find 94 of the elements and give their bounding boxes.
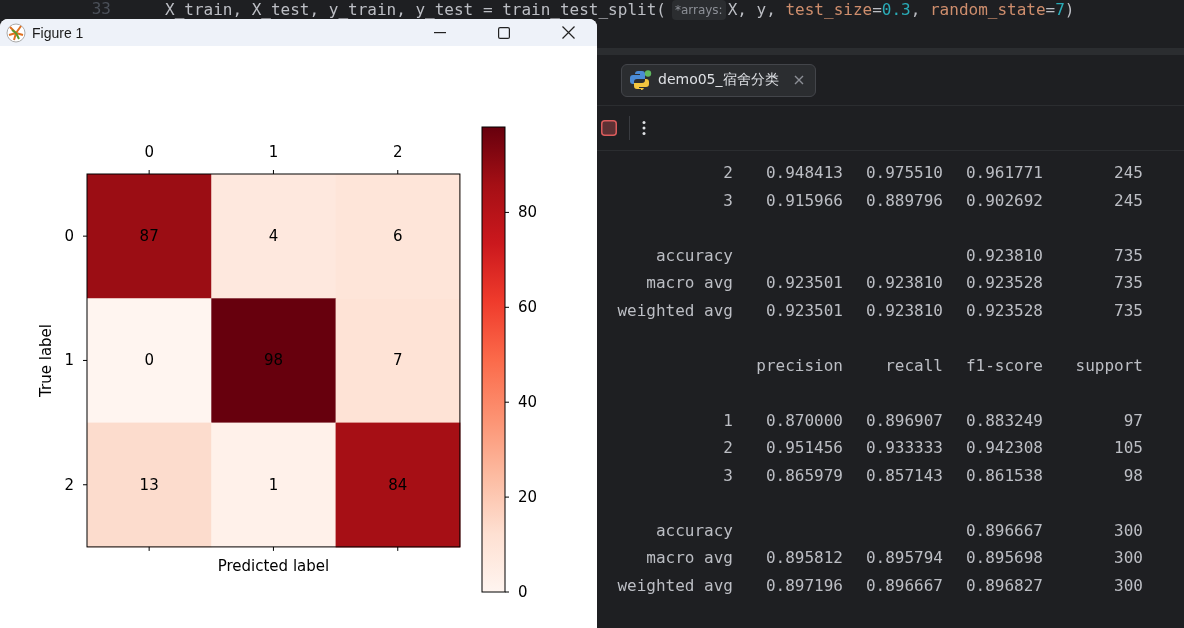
output-value: 0.889796 xyxy=(865,190,943,210)
output-value: 0.895794 xyxy=(865,548,943,568)
output-value: 0.951456 xyxy=(765,438,843,458)
cell-value: 4 xyxy=(268,227,279,246)
output-value: 245 xyxy=(1114,190,1143,210)
tick-label: 0 xyxy=(518,583,528,601)
output-value: 0.975510 xyxy=(865,163,943,183)
cell-value: 84 xyxy=(388,475,408,494)
output-value: 97 xyxy=(1123,410,1143,430)
output-value: 98 xyxy=(1123,465,1143,485)
output-value: precision xyxy=(756,355,843,375)
output-value: 0.865979 xyxy=(765,465,843,485)
tick-label: 80 xyxy=(518,203,538,222)
output-value: recall xyxy=(885,355,943,375)
output-value: 0.895698 xyxy=(965,548,1043,568)
output-value: 0.915966 xyxy=(765,190,843,210)
code-text: X, y, test_size=0.3, random_state=7) xyxy=(727,1,1075,19)
output-value: 0.942308 xyxy=(965,438,1043,458)
axis-label: Predicted label xyxy=(217,556,330,575)
tick-mark xyxy=(504,591,510,593)
output-value: 300 xyxy=(1114,548,1143,568)
maximize-icon xyxy=(498,26,510,39)
more-icon[interactable] xyxy=(642,120,646,136)
output-value: 0.896667 xyxy=(965,520,1043,540)
run-tab[interactable]: demo05_宿舍分类 xyxy=(621,63,816,97)
row-label: weighted avg xyxy=(617,575,733,595)
output-value: 0.896667 xyxy=(865,575,943,595)
output-value: f1-score xyxy=(965,355,1043,375)
output-value: 0.895812 xyxy=(765,548,843,568)
axis-label: True label xyxy=(37,324,55,397)
close-icon xyxy=(561,26,575,39)
output-value: support xyxy=(1075,355,1143,375)
output-value: 0.896827 xyxy=(965,575,1043,595)
cell-value: 0 xyxy=(144,351,154,370)
row-label: accuracy xyxy=(655,245,733,265)
output-value: 0.857143 xyxy=(865,465,943,485)
tick-label: 20 xyxy=(518,488,538,507)
window-title: Figure 1 xyxy=(32,24,84,41)
tick-mark xyxy=(504,211,510,213)
row-label: 2 xyxy=(723,438,733,458)
parameter-hint: *arrays: xyxy=(671,0,726,20)
output-value: 245 xyxy=(1114,163,1143,183)
tick-label: 40 xyxy=(518,393,538,412)
tick-label: 0 xyxy=(64,227,74,246)
row-label: accuracy xyxy=(655,520,733,540)
output-value: 735 xyxy=(1114,273,1143,293)
row-label: macro avg xyxy=(646,273,733,293)
output-value: 0.923810 xyxy=(865,300,943,320)
output-value: 0.923528 xyxy=(965,300,1043,320)
output-value: 0.923501 xyxy=(765,273,843,293)
tick-label: 2 xyxy=(64,475,74,494)
output-value: 0.896907 xyxy=(865,410,943,430)
output-value: 0.923810 xyxy=(965,245,1043,265)
tick-label: 0 xyxy=(144,143,154,161)
output-value: 0.923501 xyxy=(765,300,843,320)
row-label: 2 xyxy=(723,163,733,183)
output-value: 0.923810 xyxy=(865,273,943,293)
output-value: 735 xyxy=(1114,245,1143,265)
output-value: 0.861538 xyxy=(965,465,1043,485)
cell-value: 6 xyxy=(393,227,403,246)
code-text: X_train, X_test, y_train, y_test = train_test_split( xyxy=(165,1,666,19)
row-label: macro avg xyxy=(646,548,733,568)
tick-mark xyxy=(504,306,510,308)
output-value: 300 xyxy=(1114,575,1143,595)
tick-label: 2 xyxy=(393,143,403,161)
output-value: 0.933333 xyxy=(865,438,943,458)
output-value: 735 xyxy=(1114,300,1143,320)
output-value: 0.961771 xyxy=(965,163,1043,183)
output-value: 105 xyxy=(1114,438,1143,458)
output-value: 300 xyxy=(1114,520,1143,540)
tick-label: 1 xyxy=(268,143,279,161)
figure-icon xyxy=(6,22,26,43)
tick-mark xyxy=(504,496,510,498)
output-value: 0.883249 xyxy=(965,410,1043,430)
row-label: 3 xyxy=(723,465,733,485)
python-icon xyxy=(630,70,652,90)
output-value: 0.897196 xyxy=(765,575,843,595)
output-value: 0.902692 xyxy=(965,190,1043,210)
tick-label: 60 xyxy=(518,298,538,317)
stop-icon[interactable] xyxy=(601,120,617,136)
tick-label: 1 xyxy=(64,351,74,370)
output-value: 0.948413 xyxy=(765,163,843,183)
cell-value: 87 xyxy=(139,227,159,246)
minimize-icon xyxy=(434,31,446,34)
cell-value: 98 xyxy=(263,351,283,370)
row-label: 3 xyxy=(723,190,733,210)
output-value: 0.923528 xyxy=(965,273,1043,293)
row-label: weighted avg xyxy=(617,300,733,320)
tick-mark xyxy=(504,401,510,403)
output-value: 0.870000 xyxy=(765,410,843,430)
cell-value: 13 xyxy=(139,475,159,494)
cell-value: 1 xyxy=(268,475,279,494)
row-label: 1 xyxy=(723,410,733,430)
cell-value: 7 xyxy=(393,351,403,370)
